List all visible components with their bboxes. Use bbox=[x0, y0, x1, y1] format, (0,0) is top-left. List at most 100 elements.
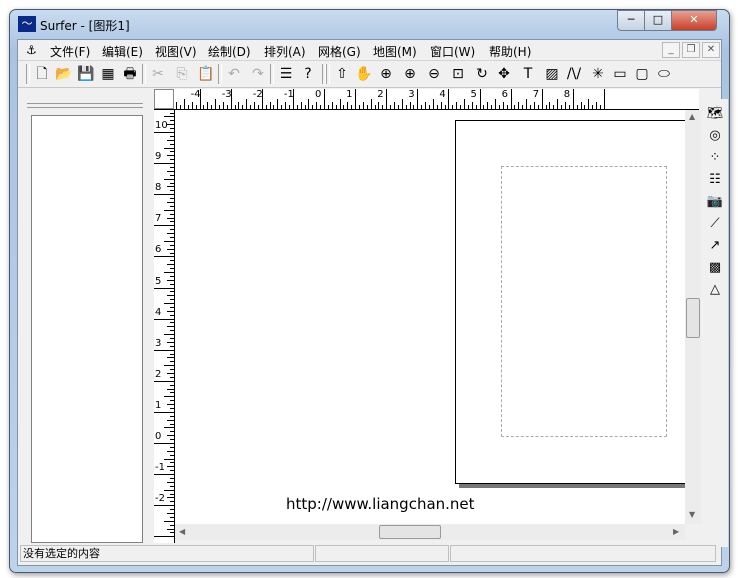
ruler-tick bbox=[533, 102, 535, 109]
ruler-tick bbox=[180, 105, 182, 109]
vector-map-icon[interactable]: ↗ bbox=[706, 237, 724, 255]
polygon-icon[interactable]: ▨ bbox=[542, 64, 562, 84]
ruler-tick bbox=[170, 182, 174, 184]
shaded-relief-icon[interactable]: ⟋ bbox=[706, 215, 724, 233]
menu-edit[interactable]: 编辑(E) bbox=[102, 43, 143, 60]
vertical-scroll-thumb[interactable] bbox=[686, 298, 700, 338]
select-icon[interactable]: ⇧ bbox=[332, 64, 352, 84]
copy-icon[interactable]: ⎘ bbox=[172, 64, 192, 84]
paste-icon[interactable]: 📋 bbox=[196, 64, 216, 84]
ruler-tick bbox=[413, 105, 415, 109]
redo-icon[interactable]: ↷ bbox=[248, 64, 268, 84]
save-icon[interactable]: 💾 bbox=[76, 64, 96, 84]
scroll-down-icon[interactable]: ▼ bbox=[689, 510, 695, 519]
maximize-button[interactable]: □ bbox=[644, 10, 672, 31]
panel-grip[interactable] bbox=[27, 103, 143, 108]
document-menu-icon[interactable]: ⚓ bbox=[26, 43, 37, 57]
wireframe-icon[interactable]: ▩ bbox=[706, 259, 724, 277]
zoom-realtime-icon[interactable]: ⊕ bbox=[376, 64, 396, 84]
page-margin bbox=[501, 166, 667, 437]
ruler-tick bbox=[510, 89, 512, 109]
rectangle-icon[interactable]: ▭ bbox=[610, 64, 630, 84]
zoom-out-icon[interactable]: ⊖ bbox=[424, 64, 444, 84]
move-icon[interactable]: ✥ bbox=[494, 64, 514, 84]
ruler-tick bbox=[331, 102, 333, 109]
menu-window[interactable]: 窗口(W) bbox=[430, 43, 475, 60]
menu-file[interactable]: 文件(F) bbox=[50, 43, 90, 60]
ellipse-icon[interactable]: ⬭ bbox=[654, 64, 674, 84]
ruler-tick bbox=[195, 105, 197, 109]
ruler-tick bbox=[393, 102, 395, 109]
ruler-tick bbox=[351, 105, 353, 109]
ruler-tick bbox=[289, 105, 290, 109]
open-icon[interactable]: 📂 bbox=[54, 64, 74, 84]
ruler-tick bbox=[425, 102, 427, 109]
mdi-close-button[interactable]: ✕ bbox=[702, 42, 720, 58]
surface-icon[interactable]: △ bbox=[706, 281, 724, 299]
image-map-icon[interactable]: 📷 bbox=[706, 193, 724, 211]
ruler-tick bbox=[580, 102, 582, 109]
menu-map[interactable]: 地图(M) bbox=[373, 43, 417, 60]
toolbar-separator bbox=[326, 64, 330, 84]
ruler-tick bbox=[167, 373, 174, 375]
ruler-label: 7 bbox=[155, 213, 162, 225]
ruler-tick bbox=[167, 357, 174, 359]
close-button[interactable]: ✕ bbox=[671, 10, 717, 31]
ruler-tick bbox=[170, 493, 174, 495]
scroll-right-icon[interactable]: ▶ bbox=[673, 527, 679, 536]
ruler-tick bbox=[378, 102, 380, 109]
ruler-tick bbox=[184, 99, 186, 109]
scroll-left-icon[interactable]: ◀ bbox=[179, 527, 185, 536]
base-map-icon[interactable]: 🗺 bbox=[706, 105, 724, 123]
menu-view[interactable]: 视图(V) bbox=[155, 43, 197, 60]
vertical-scrollbar[interactable]: ▲ ▼ bbox=[685, 110, 701, 524]
ruler-tick bbox=[167, 326, 174, 328]
object-tree[interactable] bbox=[31, 115, 143, 543]
horizontal-scroll-thumb[interactable] bbox=[379, 525, 441, 539]
ruler-tick bbox=[495, 99, 497, 109]
ruler-tick bbox=[170, 400, 174, 402]
object-manager-icon[interactable]: ☰ bbox=[276, 64, 296, 84]
ruler-tick bbox=[170, 446, 174, 448]
ruler-tick bbox=[170, 376, 174, 378]
menu-draw[interactable]: 绘制(D) bbox=[208, 43, 251, 60]
polyline-icon[interactable]: /\/ bbox=[564, 64, 584, 84]
undo-icon[interactable]: ↶ bbox=[224, 64, 244, 84]
ruler-label: 1 bbox=[346, 89, 353, 100]
worksheet-icon[interactable]: ▦ bbox=[98, 64, 118, 84]
text-icon[interactable]: T bbox=[518, 64, 538, 84]
ruler-tick bbox=[170, 454, 174, 456]
plot-canvas[interactable]: http://www.liangchan.net bbox=[175, 110, 685, 524]
post-map-icon[interactable]: ⁘ bbox=[706, 149, 724, 167]
ruler-tick bbox=[170, 166, 174, 168]
contour-map-icon[interactable]: ◎ bbox=[706, 127, 724, 145]
symbol-icon[interactable]: ✳ bbox=[588, 64, 608, 84]
menu-grid[interactable]: 网格(G) bbox=[318, 43, 361, 60]
pan-icon[interactable]: ✋ bbox=[354, 64, 374, 84]
ruler-label: -3 bbox=[221, 89, 232, 100]
rotate-icon[interactable]: ↻ bbox=[472, 64, 492, 84]
ruler-label: 6 bbox=[155, 244, 162, 256]
cut-icon[interactable]: ✂ bbox=[148, 64, 168, 84]
ruler-tick bbox=[167, 481, 174, 483]
menu-arrange[interactable]: 排列(A) bbox=[264, 43, 306, 60]
toolbar-separator bbox=[270, 64, 274, 84]
ruler-tick bbox=[164, 303, 174, 305]
horizontal-scrollbar[interactable]: ◀ ▶ bbox=[175, 524, 685, 540]
mdi-restore-button[interactable]: ❐ bbox=[682, 42, 700, 58]
ruler-tick bbox=[498, 105, 500, 109]
scroll-up-icon[interactable]: ▲ bbox=[689, 112, 695, 121]
mdi-minimize-button[interactable]: _ bbox=[662, 42, 680, 58]
print-icon[interactable]: 🖶 bbox=[120, 64, 140, 84]
ruler-tick bbox=[448, 89, 450, 109]
minimize-button[interactable]: ─ bbox=[617, 10, 645, 31]
new-icon[interactable]: 🗋 bbox=[32, 64, 52, 84]
rounded-rectangle-icon[interactable]: ▢ bbox=[632, 64, 652, 84]
zoom-in-icon[interactable]: ⊕ bbox=[400, 64, 420, 84]
context-help-icon[interactable]: ? bbox=[298, 64, 318, 84]
menu-help[interactable]: 帮助(H) bbox=[489, 43, 531, 60]
zoom-rect-icon[interactable]: ⊡ bbox=[448, 64, 468, 84]
classed-post-icon[interactable]: ☷ bbox=[706, 171, 724, 189]
ruler-tick bbox=[170, 462, 174, 464]
ruler-tick bbox=[572, 89, 574, 109]
